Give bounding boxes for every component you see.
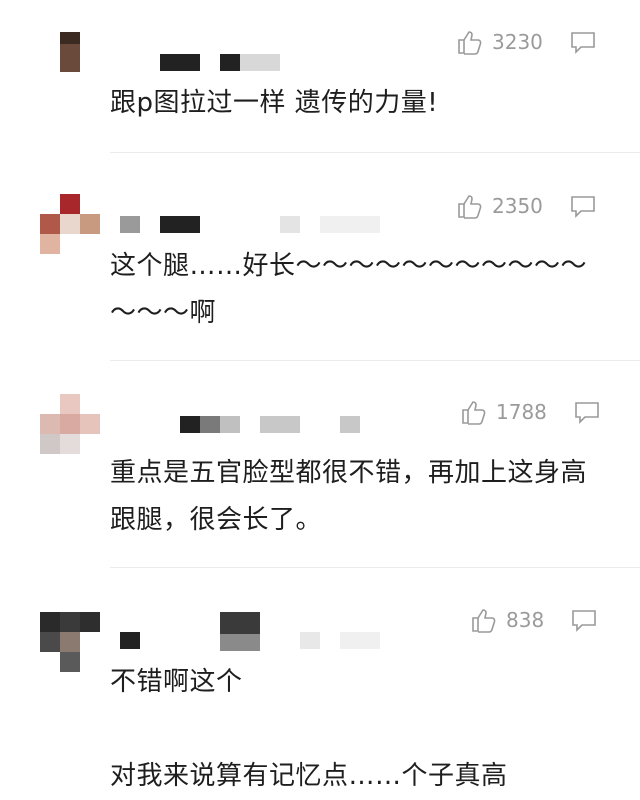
username-redacted[interactable] [320, 216, 380, 233]
username-redacted[interactable] [160, 216, 200, 233]
username-redacted[interactable] [120, 216, 140, 233]
thumbs-up-icon[interactable] [460, 398, 488, 426]
reply-bubble-icon[interactable] [569, 192, 597, 220]
thumbs-up-icon[interactable] [456, 192, 484, 220]
divider [110, 360, 640, 361]
username-redacted[interactable] [300, 632, 320, 649]
divider [110, 152, 640, 153]
comment-stats: 1788 [460, 398, 601, 426]
comment-text: 重点是五官脸型都很不错，再加上这身高跟腿，很会长了。 [110, 458, 588, 535]
reply-bubble-icon[interactable] [569, 28, 597, 56]
reply-bubble-icon[interactable] [570, 606, 598, 634]
divider [110, 567, 640, 568]
like-count: 838 [506, 608, 545, 632]
comment-stats: 3230 [456, 28, 597, 56]
reply-bubble-icon[interactable] [573, 398, 601, 426]
username-redacted[interactable] [220, 54, 240, 71]
username-redacted[interactable] [280, 216, 300, 233]
username-redacted[interactable] [180, 416, 200, 433]
like-count: 3230 [492, 30, 543, 54]
username-redacted[interactable] [220, 416, 240, 433]
username-redacted[interactable] [120, 632, 140, 649]
comment-text: 跟p图拉过一样 遗传的力量! [110, 88, 439, 118]
username-redacted[interactable] [200, 416, 220, 433]
avatar[interactable] [40, 194, 100, 254]
username-redacted[interactable] [340, 416, 360, 433]
comment-text: 这个腿……好长～～～～～～～～～～～～～～啊 [110, 251, 588, 328]
username-redacted[interactable] [220, 612, 260, 634]
avatar[interactable] [40, 32, 100, 92]
avatar[interactable] [40, 394, 100, 454]
username-redacted[interactable] [160, 54, 200, 71]
thumbs-up-icon[interactable] [456, 28, 484, 56]
username-redacted[interactable] [340, 632, 380, 649]
comment-stats: 2350 [456, 192, 597, 220]
comment-stats: 838 [470, 606, 598, 634]
username-redacted[interactable] [220, 634, 260, 651]
thumbs-up-icon[interactable] [470, 606, 498, 634]
username-redacted[interactable] [240, 54, 280, 71]
like-count: 1788 [496, 400, 547, 424]
like-count: 2350 [492, 194, 543, 218]
username-redacted[interactable] [260, 416, 300, 433]
avatar[interactable] [40, 612, 100, 672]
